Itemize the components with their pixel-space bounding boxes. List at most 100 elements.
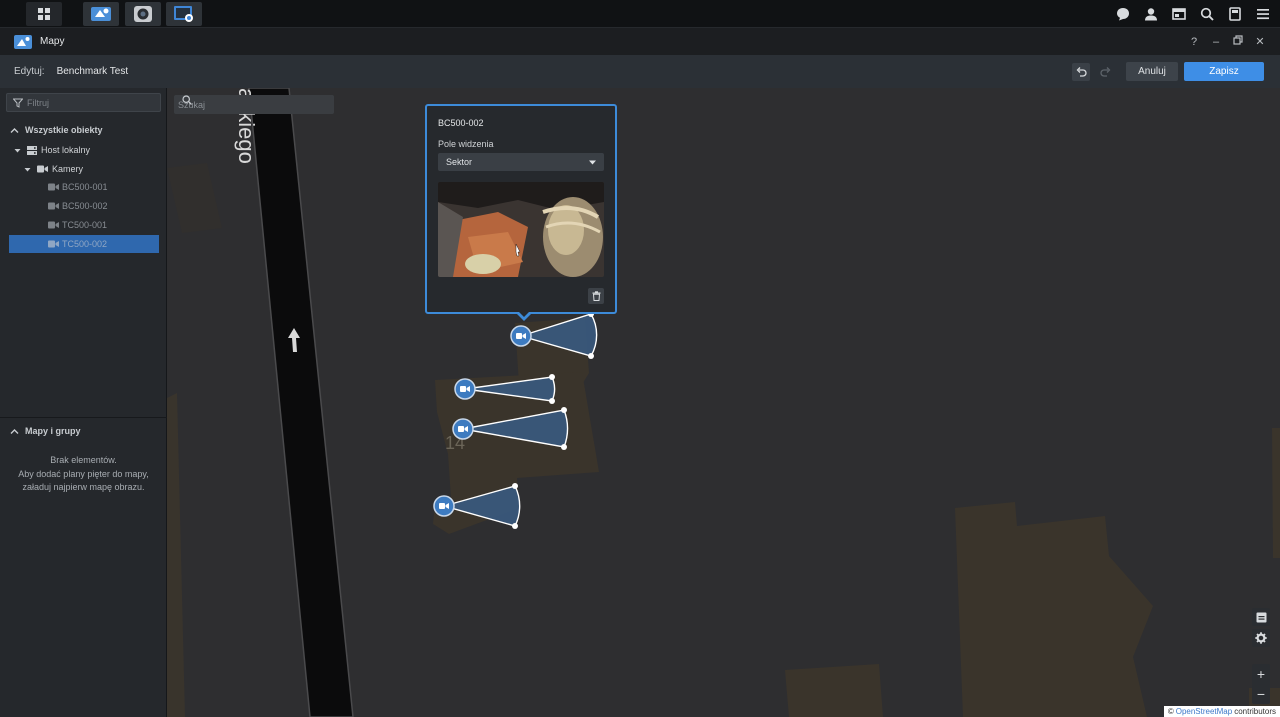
map-canvas[interactable]: 14 ackiego Szukaj xyxy=(167,88,1280,717)
taskbar-camera-app[interactable] xyxy=(125,2,161,26)
main-menu-button[interactable] xyxy=(26,2,62,26)
minimize-icon[interactable]: – xyxy=(1210,36,1222,48)
fov-label: Pole widzenia xyxy=(438,139,494,149)
redo-icon xyxy=(1099,67,1110,77)
edit-actions: Anuluj Zapisz xyxy=(1072,62,1264,81)
attribution-link[interactable]: OpenStreetMap xyxy=(1176,707,1232,716)
empty-message-line: Brak elementów. xyxy=(50,455,117,465)
map-settings-button[interactable] xyxy=(1252,629,1270,647)
taskbar xyxy=(0,0,1280,28)
camera-marker-icon[interactable] xyxy=(433,495,455,517)
camera-icon xyxy=(48,202,59,210)
filter-box xyxy=(6,93,161,112)
taskbar-maps-app[interactable] xyxy=(83,2,119,26)
legend-icon xyxy=(1256,612,1266,622)
building-shape xyxy=(167,163,222,233)
filter-input[interactable] xyxy=(27,97,157,108)
delete-camera-button[interactable] xyxy=(588,288,604,304)
camera-app-icon xyxy=(134,6,152,22)
camera-icon xyxy=(48,221,59,229)
empty-message-line: załaduj najpierw mapę obrazu. xyxy=(22,482,145,492)
edit-label: Edytuj: xyxy=(14,66,45,77)
fov-select[interactable]: Sektor xyxy=(438,153,604,171)
caret-down-icon xyxy=(24,167,31,171)
chat-icon[interactable] xyxy=(1112,3,1134,25)
window-controls: ? – ✕ xyxy=(1188,28,1266,55)
app-root: Mapy ? – ✕ Edytuj: Benchmark Test Anuluj… xyxy=(0,0,1280,717)
tree-item-camera[interactable]: BC500-002 xyxy=(9,197,159,215)
maps-groups-header[interactable]: Mapy i grupy xyxy=(10,426,81,436)
window-title: Mapy xyxy=(40,36,65,47)
all-objects-header[interactable]: Wszystkie obiekty xyxy=(10,125,103,135)
chevron-up-icon xyxy=(10,428,19,434)
widget-icon[interactable] xyxy=(1168,3,1190,25)
save-button[interactable]: Zapisz xyxy=(1184,62,1264,81)
sidebar-divider xyxy=(0,417,167,418)
edit-map-name: Benchmark Test xyxy=(56,66,129,77)
trash-icon xyxy=(592,291,600,301)
tree-item-camera[interactable]: TC500-001 xyxy=(9,216,159,234)
camera-popup: BC500-002 Pole widzenia Sektor xyxy=(425,104,617,321)
server-icon xyxy=(27,145,37,155)
taskbar-monitor-app[interactable] xyxy=(166,2,202,26)
tree-item-label: TC500-002 xyxy=(62,239,108,249)
search-icon[interactable] xyxy=(1196,3,1218,25)
close-icon[interactable]: ✕ xyxy=(1254,35,1266,48)
camera-marker-icon[interactable] xyxy=(452,418,474,440)
map-search-input[interactable] xyxy=(178,99,308,110)
tree-item-label: TC500-001 xyxy=(62,220,108,230)
maps-app-icon xyxy=(14,34,32,49)
empty-maps-message: Brak elementów. Aby dodać plany pięter d… xyxy=(0,454,167,495)
camera-marker-icon[interactable] xyxy=(510,325,532,347)
maps-groups-header-label: Mapy i grupy xyxy=(25,426,81,436)
caret-down-icon xyxy=(589,160,596,164)
restore-icon[interactable] xyxy=(1232,35,1244,48)
undo-button[interactable] xyxy=(1072,62,1090,81)
tree-item-camera-selected[interactable]: TC500-002 xyxy=(9,235,159,253)
all-objects-header-label: Wszystkie obiekty xyxy=(25,125,103,135)
storage-icon[interactable] xyxy=(1224,3,1246,25)
caret-down-icon xyxy=(14,148,21,152)
cancel-button[interactable]: Anuluj xyxy=(1126,62,1178,81)
chevron-up-icon xyxy=(10,127,19,133)
fov-select-value: Sektor xyxy=(446,157,473,167)
camera-icon xyxy=(37,165,48,173)
tree-item-label: BC500-002 xyxy=(62,201,108,211)
tree-item-label: Host lokalny xyxy=(41,145,91,155)
attribution-suffix: contributors xyxy=(1234,707,1276,716)
tree-item-local-host[interactable]: Host lokalny xyxy=(9,141,159,159)
zoom-control: + − xyxy=(1252,664,1270,704)
attribution-prefix: © xyxy=(1167,707,1174,716)
map-search-box xyxy=(174,95,334,114)
gear-icon xyxy=(1255,632,1267,644)
building-shape xyxy=(955,502,1153,717)
zoom-in-button[interactable]: + xyxy=(1252,664,1270,684)
grid-icon xyxy=(38,8,50,20)
popup-camera-name: BC500-002 xyxy=(438,118,484,128)
tree-item-camera[interactable]: BC500-001 xyxy=(9,178,159,196)
legend-button[interactable] xyxy=(1252,608,1270,626)
redo-button[interactable] xyxy=(1096,63,1114,81)
camera-icon xyxy=(48,183,59,191)
building-shape xyxy=(167,393,185,717)
search-icon xyxy=(182,95,192,105)
map-attribution: © OpenStreetMap contributors xyxy=(1163,706,1280,717)
empty-message-line: Aby dodać plany pięter do mapy, xyxy=(18,468,149,479)
building-shape xyxy=(785,664,883,717)
edit-toolbar: Edytuj: Benchmark Test Anuluj Zapisz xyxy=(0,55,1280,88)
map-graphics: 14 xyxy=(167,88,1280,717)
undo-icon xyxy=(1076,67,1087,77)
tree-item-label: Kamery xyxy=(52,164,84,174)
taskbar-tray xyxy=(1112,0,1274,28)
camera-marker-icon[interactable] xyxy=(454,378,476,400)
tree-item-cameras[interactable]: Kamery xyxy=(9,160,159,178)
window-titlebar: Mapy ? – ✕ xyxy=(0,28,1280,55)
building-shape xyxy=(1272,428,1280,558)
zoom-out-button[interactable]: − xyxy=(1252,684,1270,704)
sidebar: Wszystkie obiekty Host lokalny Kamery BC… xyxy=(0,88,167,717)
monitor-app-icon xyxy=(174,6,193,22)
user-icon[interactable] xyxy=(1140,3,1162,25)
hamburger-menu-icon[interactable] xyxy=(1252,3,1274,25)
filter-icon xyxy=(13,98,23,108)
help-icon[interactable]: ? xyxy=(1188,36,1200,48)
